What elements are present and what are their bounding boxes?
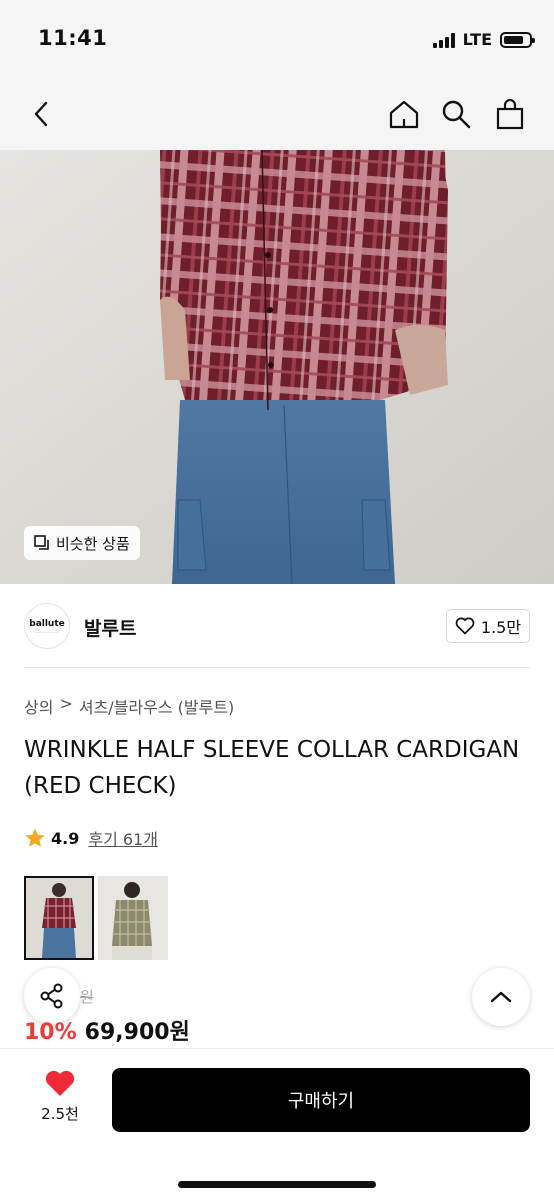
heart-outline-icon <box>455 617 475 635</box>
breadcrumb-subcategory[interactable]: 셔츠/블라우스 (발루트) <box>79 694 234 718</box>
brand-logo[interactable]: ballute ———————— <box>24 603 70 649</box>
share-icon <box>40 983 63 1009</box>
breadcrumb: 상의 > 셔츠/블라우스 (발루트) <box>24 694 234 718</box>
price-row: 10% 69,900원 <box>24 1014 190 1046</box>
status-time: 11:41 <box>38 26 108 50</box>
thumbnail-green-check[interactable] <box>98 876 168 960</box>
original-price: 원 <box>80 988 94 1006</box>
review-count-link[interactable]: 후기 61개 <box>88 826 158 850</box>
signal-icon <box>432 32 455 48</box>
cart-button[interactable] <box>490 94 530 134</box>
image-thumbnails <box>24 876 168 960</box>
chevron-up-icon <box>490 991 512 1003</box>
breadcrumb-category[interactable]: 상의 <box>24 694 53 718</box>
copy-icon <box>34 535 49 550</box>
thumbnail-red-check[interactable] <box>24 876 94 960</box>
wishlist-button[interactable]: 2.5천 <box>30 1069 90 1131</box>
status-bar: 11:41 LTE <box>0 0 554 80</box>
battery-icon <box>500 31 535 48</box>
brand-like-button[interactable]: 1.5만 <box>446 609 530 643</box>
network-label: LTE <box>462 30 492 49</box>
product-main-image[interactable]: 비슷한 상품 <box>0 150 554 584</box>
sale-price: 69,900원 <box>84 1020 190 1045</box>
product-photo <box>0 150 554 584</box>
scroll-top-button[interactable] <box>472 968 530 1026</box>
discount-rate: 10% <box>24 1020 77 1045</box>
similar-products-label: 비슷한 상품 <box>56 534 130 553</box>
search-icon <box>442 100 471 129</box>
wishlist-count: 2.5천 <box>41 1105 79 1123</box>
divider <box>24 667 530 668</box>
bottom-purchase-bar: 2.5천 구매하기 <box>0 1048 554 1200</box>
brand-row: ballute ———————— 발루트 1.5만 <box>24 600 530 654</box>
back-icon <box>34 101 48 127</box>
home-button[interactable] <box>384 94 424 134</box>
similar-products-button[interactable]: 비슷한 상품 <box>24 526 140 560</box>
star-icon <box>25 828 45 847</box>
rating-score: 4.9 <box>51 828 80 848</box>
brand-like-count: 1.5만 <box>480 618 522 637</box>
brand-logo-text: ballute <box>29 618 65 629</box>
breadcrumb-separator: > <box>59 694 73 713</box>
back-button[interactable] <box>22 94 62 134</box>
home-icon <box>389 100 419 129</box>
brand-name[interactable]: 발루트 <box>84 614 136 641</box>
bag-icon <box>496 98 524 130</box>
search-button[interactable] <box>436 94 476 134</box>
nav-bar <box>0 80 554 150</box>
heart-filled-icon <box>45 1070 75 1096</box>
rating-row: 4.9 후기 61개 <box>24 826 158 850</box>
status-indicators: LTE <box>432 30 535 49</box>
product-title: WRINKLE HALF SLEEVE COLLAR CARDIGAN (RED… <box>24 737 520 799</box>
home-indicator <box>178 1181 376 1188</box>
buy-button[interactable]: 구매하기 <box>112 1068 530 1132</box>
